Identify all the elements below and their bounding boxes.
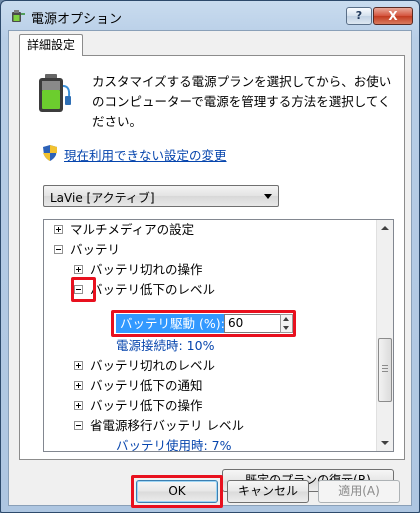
title-bar[interactable]: 電源オプション ? X (1, 1, 419, 29)
tree-item-label: バッテリ低下のレベル (90, 282, 216, 297)
scroll-down-button[interactable] (377, 435, 393, 451)
tree-item-label: バッテリ切れの操作 (90, 262, 203, 277)
close-button[interactable]: X (373, 7, 413, 25)
expand-icon[interactable] (74, 265, 83, 274)
chevron-up-icon (381, 226, 389, 230)
power-plan-value: LaVie [アクティブ] (50, 191, 155, 205)
scroll-up-button[interactable] (377, 220, 393, 236)
expand-icon[interactable] (54, 225, 63, 234)
collapse-icon[interactable] (74, 421, 83, 430)
cancel-button[interactable]: キャンセル (227, 480, 309, 503)
tree-item-label: マルチメディアの設定 (70, 222, 195, 237)
scroll-thumb[interactable] (378, 338, 392, 402)
plugged-in-value[interactable]: 電源接続時: 10% (116, 336, 214, 355)
change-unavailable-settings-link[interactable]: 現在利用できない設定の変更 (64, 145, 227, 164)
advanced-settings-panel: カスタマイズする電源プランを選択してから、お使いのコンピューターで電源を管理する… (19, 55, 405, 492)
settings-tree[interactable]: マルチメディアの設定 バッテリ バッテリ切れの操作 バッテリ低下のレベル バッテ… (43, 219, 394, 452)
help-button[interactable]: ? (346, 7, 372, 25)
battery-icon (39, 74, 71, 112)
tree-item-label: バッテリ切れのレベル (90, 358, 216, 373)
tree-item-label: バッテリ低下の操作 (90, 398, 203, 413)
chevron-down-icon (381, 441, 389, 445)
window-title: 電源オプション (31, 12, 123, 27)
expand-icon[interactable] (74, 401, 83, 410)
expand-icon[interactable] (74, 361, 83, 370)
power-options-icon (12, 10, 25, 22)
annotation-box-collapse (71, 277, 96, 302)
tree-scrollbar[interactable] (376, 220, 393, 451)
expand-icon[interactable] (74, 381, 83, 390)
tree-item-label: バッテリ (70, 242, 121, 257)
dialog-client-area: 詳細設定 カスタマイズする電源プランを選択してから、お使いのコンピューターで電源… (8, 30, 412, 508)
description-text: カスタマイズする電源プランを選択してから、お使いのコンピューターで電源を管理する… (92, 74, 392, 129)
grip-line (382, 371, 388, 372)
power-options-window: 電源オプション ? X 詳細設定 カスタマイズする電源プランを選択してから、お使… (0, 0, 420, 513)
tab-advanced-settings[interactable]: 詳細設定 (19, 34, 83, 56)
annotation-box-spin (111, 310, 296, 337)
chevron-down-icon (264, 194, 272, 199)
apply-button[interactable]: 適用(A) (318, 480, 400, 503)
grip-line (382, 365, 388, 366)
power-plan-dropdown[interactable]: LaVie [アクティブ] (43, 185, 279, 207)
uac-shield-icon (43, 145, 57, 161)
tree-item-label: 省電源移行バッテリ レベル (90, 418, 244, 433)
collapse-icon[interactable] (54, 245, 63, 254)
reserve-on-battery-value[interactable]: バッテリ使用時: 7% (116, 436, 232, 451)
annotation-box-ok (131, 475, 223, 508)
tree-item-label: バッテリ低下の通知 (90, 378, 203, 393)
grip-line (382, 368, 388, 369)
